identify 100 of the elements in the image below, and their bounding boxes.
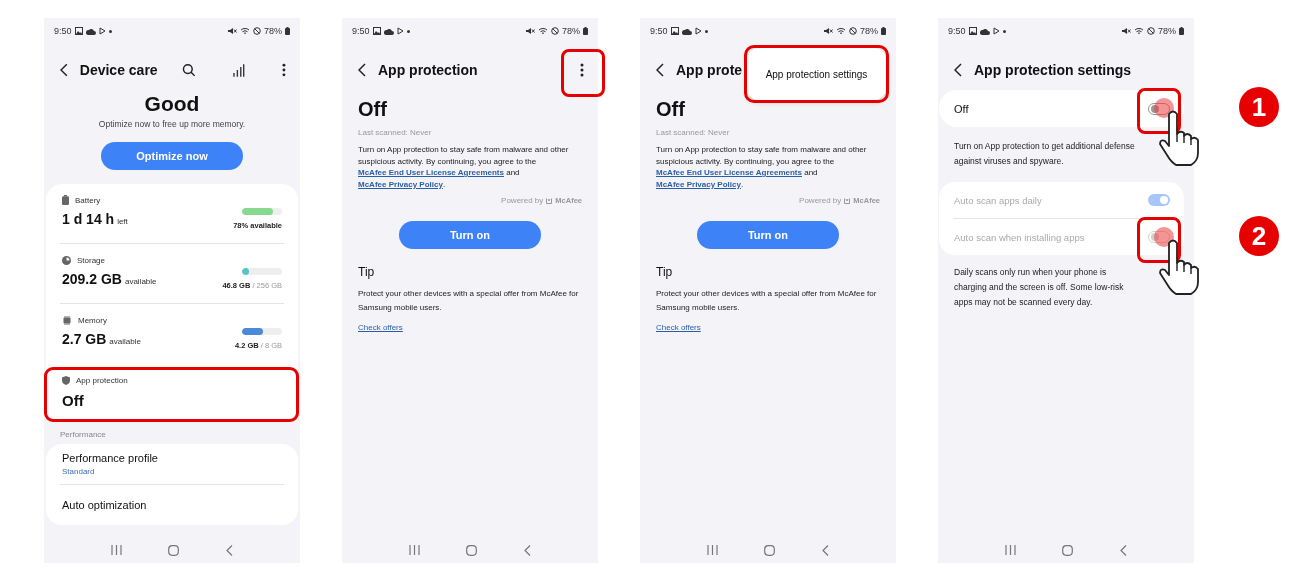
home-icon[interactable] xyxy=(764,544,776,556)
dot-icon xyxy=(406,29,410,33)
step-badge: 2 xyxy=(1239,216,1279,256)
last-scanned-text: Last scanned: Never xyxy=(358,128,433,137)
mute-icon xyxy=(824,27,833,35)
setting-title: Auto optimization xyxy=(62,499,148,511)
option-label: Auto scan when installing apps xyxy=(954,231,1086,243)
menu-item[interactable]: App protection settings xyxy=(765,68,868,80)
check-offers-link[interactable]: Check offers xyxy=(358,323,403,332)
powered-by-text: Powered by xyxy=(799,196,842,205)
image-icon xyxy=(670,27,679,35)
last-scanned-text: Last scanned: Never xyxy=(656,128,731,137)
back-icon[interactable] xyxy=(954,63,962,77)
back-icon[interactable] xyxy=(656,63,664,77)
status-time: 9:50 xyxy=(352,26,370,36)
value-unit: left xyxy=(117,217,128,226)
settings-row[interactable]: Auto optimization xyxy=(60,485,284,525)
battery-percent: 78% xyxy=(860,26,878,36)
image-icon xyxy=(74,27,83,35)
item-value: 209.2 GB xyxy=(62,271,122,287)
home-icon[interactable] xyxy=(466,544,478,556)
battery-percent: 78% xyxy=(264,26,282,36)
play-icon xyxy=(694,27,702,35)
protection-description: Turn on App protection to stay safe from malware and other suspicious activity. By continuing, you agree to the McAfee End User License Agreements and McAfee Privacy Policy. xyxy=(358,144,570,190)
play-icon xyxy=(98,27,106,35)
section-label: Performance xyxy=(60,429,107,441)
wifi-icon xyxy=(836,27,846,35)
home-icon[interactable] xyxy=(168,544,180,556)
play-icon xyxy=(992,27,1000,35)
home-icon[interactable] xyxy=(1062,544,1074,556)
battery-icon xyxy=(62,195,69,205)
storage-icon xyxy=(62,255,71,265)
optimize-button[interactable]: Optimize now xyxy=(101,142,243,170)
policy-link[interactable]: McAfee End User License Agreements xyxy=(656,168,802,177)
battery-icon xyxy=(285,27,290,35)
policy-link[interactable]: McAfee Privacy Policy xyxy=(358,179,443,189)
item-label: Battery xyxy=(75,195,101,205)
back-icon[interactable] xyxy=(60,63,68,77)
battery-icon xyxy=(1179,27,1184,35)
cloud-icon xyxy=(85,27,96,35)
tip-text: Protect your other devices with a special offer from McAfee for Samsung mobile users. xyxy=(358,288,580,314)
policy-link[interactable]: McAfee End User License Agreements xyxy=(358,168,504,177)
tip-heading: Tip xyxy=(358,264,376,280)
protection-description: Turn on App protection to stay safe from malware and other suspicious activity. By continuing, you agree to the McAfee End User License Agreements and McAfee Privacy Policy. xyxy=(656,144,868,190)
option-label: Auto scan apps daily xyxy=(954,194,1043,206)
screen-title: App protection settings xyxy=(974,62,1132,78)
play-icon xyxy=(396,27,404,35)
policy-link[interactable]: McAfee Privacy Policy xyxy=(656,179,741,189)
blocked-icon xyxy=(253,27,261,35)
blocked-icon xyxy=(1147,27,1155,35)
device-care-item[interactable]: App protection Off xyxy=(60,364,284,421)
turn-on-button[interactable]: Turn on xyxy=(399,221,541,249)
mute-icon xyxy=(228,27,237,35)
settings-row[interactable]: Performance profile Standard xyxy=(60,444,284,485)
switch-description: Turn on App protection to get additional defense against viruses and spyware. xyxy=(954,140,1136,168)
dot-icon xyxy=(704,29,708,33)
wifi-icon xyxy=(538,27,548,35)
item-value: 2.7 GB xyxy=(62,331,107,347)
screen-title: Device care xyxy=(79,62,158,78)
status-subtitle: Optimize now to free up more memory. xyxy=(97,118,247,130)
mute-icon xyxy=(1122,27,1131,35)
status-time: 9:50 xyxy=(650,26,668,36)
status-time: 9:50 xyxy=(54,26,72,36)
brand-logo-icon xyxy=(844,197,851,204)
status-time: 9:50 xyxy=(948,26,966,36)
cloud-icon xyxy=(681,27,692,35)
blocked-icon xyxy=(849,27,857,35)
screen-title: App protection xyxy=(378,62,478,78)
cloud-icon xyxy=(979,27,990,35)
master-switch-card[interactable]: Off xyxy=(939,90,1184,127)
scan-note: Daily scans only run when your phone is charging and the screen is off. Some low-risk apps may not be scanned every day. xyxy=(954,266,1125,309)
battery-icon xyxy=(881,27,886,35)
recents-icon[interactable] xyxy=(707,545,719,555)
wifi-icon xyxy=(1134,27,1144,35)
recents-icon[interactable] xyxy=(409,545,421,555)
dot-icon xyxy=(1002,29,1006,33)
step-badge: 1 xyxy=(1239,87,1279,127)
status-value: Off xyxy=(62,392,85,409)
item-label: Memory xyxy=(78,315,107,325)
shield-icon xyxy=(62,375,70,385)
turn-on-button[interactable]: Turn on xyxy=(697,221,839,249)
screen-title: App prote xyxy=(676,62,743,78)
wifi-icon xyxy=(240,27,250,35)
battery-percent: 78% xyxy=(1158,26,1176,36)
check-offers-link[interactable]: Check offers xyxy=(656,323,701,332)
bar-chart-icon[interactable] xyxy=(232,63,245,77)
search-icon[interactable] xyxy=(181,63,196,77)
more-icon[interactable] xyxy=(282,63,286,77)
battery-icon xyxy=(583,27,588,35)
battery-percent: 78% xyxy=(562,26,580,36)
dot-icon xyxy=(108,29,112,33)
recents-icon[interactable] xyxy=(111,545,123,555)
brand-logo-icon xyxy=(546,197,553,204)
recents-icon[interactable] xyxy=(1005,545,1017,555)
tip-heading: Tip xyxy=(656,264,674,280)
more-icon[interactable] xyxy=(580,63,584,77)
memory-chip-icon xyxy=(62,315,72,325)
blocked-icon xyxy=(551,27,559,35)
back-icon[interactable] xyxy=(358,63,366,77)
powered-by-text: Powered by xyxy=(501,196,544,205)
